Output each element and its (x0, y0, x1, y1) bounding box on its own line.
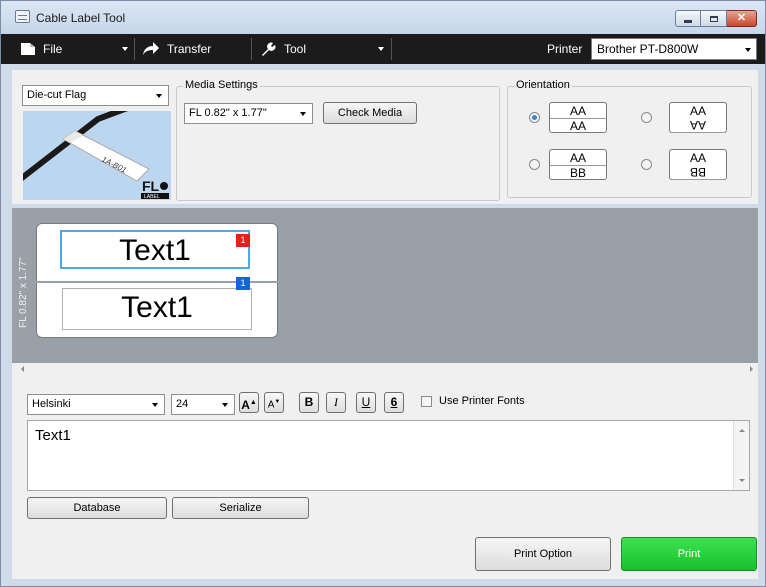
media-size-select[interactable]: FL 0.82" x 1.77" (184, 103, 313, 124)
cable-flag-illustration: 1A-B01 FL LABEL (23, 111, 171, 200)
orientation-option-3[interactable]: AA BB (549, 149, 607, 180)
orientation-option-4-top: AA (689, 151, 706, 165)
orientation-option-1-bottom: AA (550, 118, 606, 133)
bold-button[interactable]: B (299, 392, 319, 413)
tool-menu-label: Tool (284, 42, 307, 56)
wrench-icon (262, 42, 276, 56)
window-title: Cable Label Tool (36, 11, 126, 25)
printer-select-value: Brother PT-D800W (597, 42, 699, 56)
underline-button[interactable]: U (356, 392, 376, 413)
field-1-badge: 1 (236, 234, 250, 247)
use-printer-fonts-label: Use Printer Fonts (439, 395, 525, 407)
font-select-value: Helsinki (32, 398, 71, 410)
scroll-up-icon[interactable] (739, 429, 745, 432)
file-menu[interactable]: File (20, 34, 62, 64)
text-field-2[interactable]: Text1 (62, 288, 252, 330)
toolbar-divider (391, 38, 392, 60)
text-input-scrollbar[interactable] (733, 421, 749, 490)
chevron-down-icon (300, 112, 306, 116)
toolbar-divider (134, 38, 135, 60)
app-icon (15, 10, 30, 23)
title-bar: Cable Label Tool ✕ (1, 1, 765, 34)
media-size-value: FL 0.82" x 1.77" (189, 107, 267, 119)
transfer-menu[interactable]: Transfer (142, 34, 211, 64)
canvas-horizontal-scrollbar[interactable] (12, 363, 758, 377)
maximize-icon (709, 15, 718, 22)
main-toolbar: File Transfer Tool Printer Brother PT-D8… (1, 34, 765, 64)
print-button[interactable]: Print (621, 537, 757, 571)
check-media-button[interactable]: Check Media (323, 102, 417, 124)
orientation-option-1[interactable]: AA AA (549, 102, 607, 133)
fl-logo-text: FL (142, 178, 160, 194)
close-button[interactable]: ✕ (727, 10, 757, 27)
orientation-radio-4[interactable] (641, 159, 652, 170)
decrease-font-size-button[interactable]: A▼ (264, 392, 284, 413)
orientation-legend: Orientation (514, 79, 572, 91)
tool-menu[interactable]: Tool (260, 34, 306, 64)
transfer-arrow-icon (143, 42, 159, 55)
maximize-button[interactable] (701, 10, 727, 27)
tool-dropdown-caret-icon[interactable] (378, 47, 384, 51)
printer-select[interactable]: Brother PT-D800W (591, 38, 757, 60)
scroll-left-icon[interactable] (21, 366, 24, 372)
label-type-value: Die-cut Flag (27, 89, 87, 101)
label-canvas[interactable]: FL 0.82" x 1.77" Text1 1 Text1 1 (12, 208, 758, 363)
orientation-radio-1[interactable] (529, 112, 540, 123)
font-select[interactable]: Helsinki (27, 394, 165, 415)
text-field-1[interactable]: Text1 (60, 230, 250, 269)
chevron-down-icon (156, 94, 162, 98)
app-window: Cable Label Tool ✕ File Transfer Tool Pr… (0, 0, 766, 587)
file-menu-label: File (43, 42, 63, 56)
orientation-radio-3[interactable] (529, 159, 540, 170)
label-type-select[interactable]: Die-cut Flag (22, 85, 169, 106)
orientation-option-2[interactable]: AA AA (669, 102, 727, 133)
fl-logo-subtext: LABEL (144, 194, 160, 200)
field-2-badge: 1 (236, 277, 250, 290)
orientation-option-3-bottom: BB (550, 165, 606, 180)
orientation-option-1-top: AA (569, 104, 586, 118)
frame-style-button[interactable]: 6 (384, 392, 404, 413)
italic-button[interactable]: I (326, 392, 346, 413)
media-preview-image: 1A-B01 FL LABEL (23, 111, 171, 200)
label-text-value: Text1 (35, 427, 71, 444)
label-text-input[interactable]: Text1 (27, 420, 750, 491)
orientation-option-2-bottom: AA (670, 118, 726, 133)
font-size-select[interactable]: 24 (171, 394, 235, 415)
transfer-menu-label: Transfer (167, 42, 212, 56)
chevron-down-icon (222, 403, 228, 407)
serialize-button[interactable]: Serialize (172, 497, 309, 519)
media-settings-legend: Media Settings (183, 79, 260, 91)
increase-font-size-icon: A (241, 398, 250, 412)
printer-label: Printer (547, 42, 583, 56)
canvas-media-size-label: FL 0.82" x 1.77" (18, 257, 29, 328)
close-icon: ✕ (736, 12, 747, 24)
print-option-button[interactable]: Print Option (475, 537, 611, 571)
orientation-option-4[interactable]: AA BB (669, 149, 727, 180)
scroll-down-icon[interactable] (739, 479, 745, 482)
use-printer-fonts-checkbox[interactable] (421, 396, 432, 407)
orientation-option-4-bottom: BB (670, 165, 726, 180)
chevron-down-icon (745, 48, 751, 52)
file-icon (21, 43, 35, 55)
chevron-down-icon (152, 403, 158, 407)
scroll-right-icon[interactable] (750, 366, 753, 372)
toolbar-divider (251, 38, 252, 60)
minimize-button[interactable] (675, 10, 701, 27)
font-size-value: 24 (176, 398, 189, 410)
orientation-option-2-top: AA (689, 104, 706, 118)
file-dropdown-caret-icon[interactable] (122, 47, 128, 51)
minimize-icon (684, 20, 692, 23)
orientation-option-3-top: AA (569, 151, 586, 165)
database-button[interactable]: Database (27, 497, 167, 519)
orientation-radio-2[interactable] (641, 112, 652, 123)
increase-font-size-button[interactable]: A▲ (239, 392, 259, 413)
